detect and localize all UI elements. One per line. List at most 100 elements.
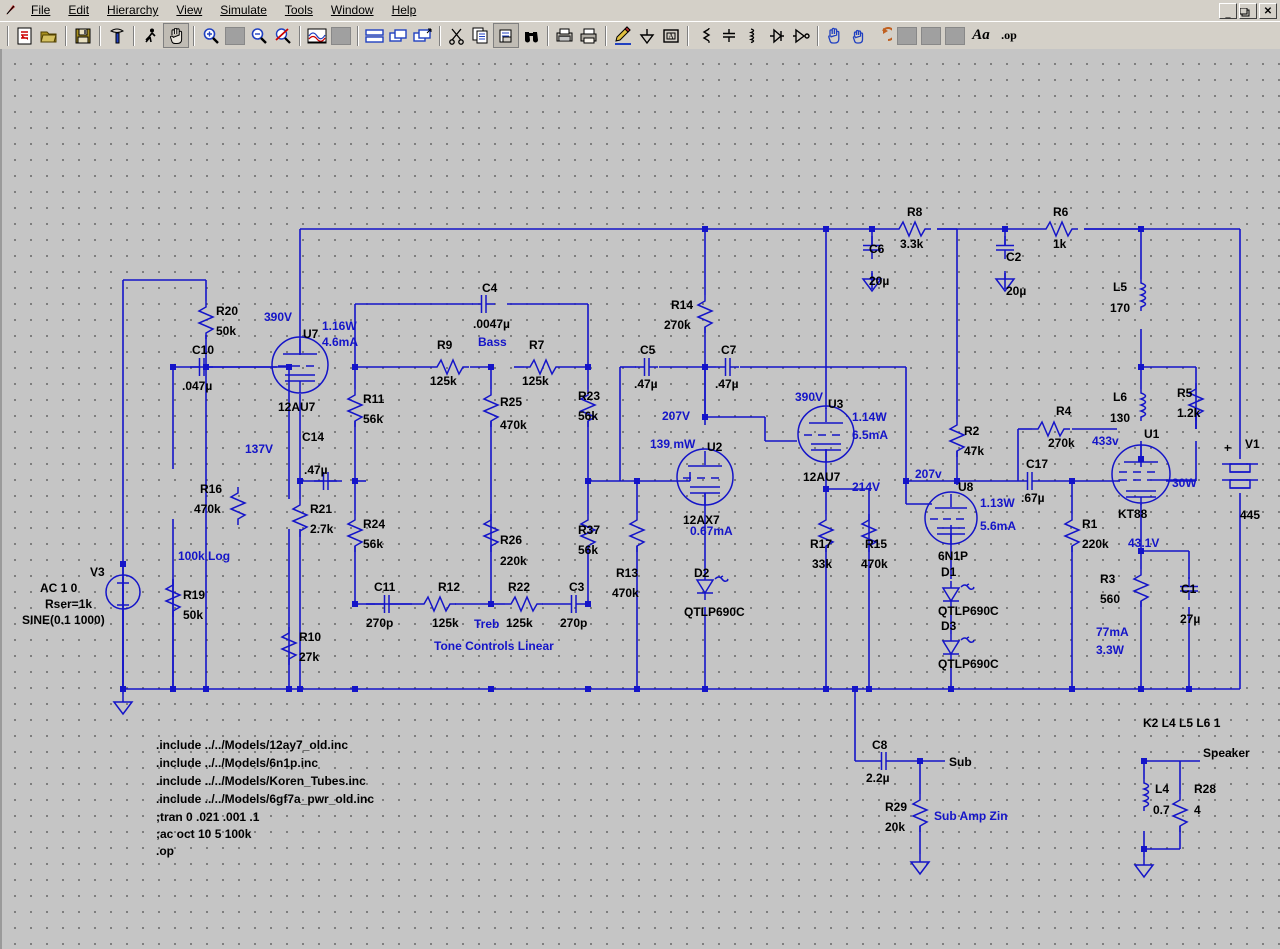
- menu-item-simulate[interactable]: Simulate: [211, 1, 276, 19]
- toolbar-separator: [99, 25, 101, 46]
- redo-button[interactable]: [895, 24, 919, 47]
- control-panel-button[interactable]: [105, 24, 129, 47]
- open-folder-icon: [40, 31, 57, 42]
- svg-text:A: A: [668, 32, 674, 41]
- print-preview-icon: [556, 28, 573, 41]
- net-label-icon: A: [663, 28, 679, 43]
- paste-button[interactable]: [493, 23, 519, 48]
- new-file-button[interactable]: [13, 24, 37, 47]
- find-button[interactable]: [519, 24, 543, 47]
- zoom-in-button[interactable]: [199, 24, 223, 47]
- menu-item-edit[interactable]: Edit: [59, 1, 98, 19]
- drag-button[interactable]: [847, 24, 871, 47]
- running-man-icon: [145, 28, 156, 42]
- stack-icon: [413, 28, 432, 42]
- menu-item-help[interactable]: Help: [383, 1, 426, 19]
- draw-wire-button[interactable]: [611, 24, 635, 47]
- minimize-button[interactable]: _: [1219, 3, 1237, 19]
- zoom-area-button[interactable]: [223, 24, 247, 47]
- toolbar-separator: [605, 25, 607, 46]
- capacitor-icon: [723, 28, 735, 42]
- panel-icon: [331, 26, 351, 45]
- menu-label-window: Window: [330, 3, 374, 17]
- cascade-icon: [389, 28, 407, 42]
- scissors-icon: [449, 28, 464, 45]
- component-icon: [793, 28, 810, 43]
- tile-window-button[interactable]: [363, 24, 387, 47]
- menu-label-help: Help: [391, 3, 417, 17]
- rotate-button[interactable]: [919, 24, 943, 47]
- rotate-icon: [921, 26, 941, 45]
- zoom-cancel-button[interactable]: [271, 24, 295, 47]
- menu-label-hierarchy: Hierarchy: [107, 3, 159, 17]
- text-button[interactable]: Aa: [967, 24, 995, 47]
- zoom-out-button[interactable]: [247, 24, 271, 47]
- open-hand-icon: [828, 27, 840, 44]
- toolbar-separator: [817, 25, 819, 46]
- toolbar-separator: [65, 25, 67, 46]
- minimize-glyph: _: [1225, 8, 1231, 18]
- binoculars-icon: [525, 31, 538, 42]
- toolbar-separator: [357, 25, 359, 46]
- menu-item-view[interactable]: View: [167, 1, 211, 19]
- copy-icon: [472, 27, 488, 43]
- close-button[interactable]: ✕: [1259, 3, 1277, 19]
- toolbar-separator: [687, 25, 689, 46]
- menu-item-hierarchy[interactable]: Hierarchy: [98, 1, 167, 19]
- zoom-out-icon: [251, 27, 267, 44]
- inductor-icon: [748, 27, 755, 43]
- spice-directive-button[interactable]: .op: [995, 24, 1023, 47]
- menu-label-edit: Edit: [68, 3, 90, 17]
- menu-label-view: View: [176, 3, 203, 17]
- cut-button[interactable]: [445, 24, 469, 47]
- waveform-button[interactable]: [305, 24, 329, 47]
- menu-bar: File Edit Hierarchy View Simulate Tools …: [22, 0, 425, 20]
- restore-button[interactable]: [1239, 3, 1257, 19]
- menu-item-window[interactable]: Window: [322, 1, 383, 19]
- mirror-icon: [945, 26, 965, 45]
- zoom-in-icon: [203, 27, 219, 44]
- toolbar-separator: [547, 25, 549, 46]
- place-label-button[interactable]: A: [659, 24, 683, 47]
- arrange-window-button[interactable]: [411, 24, 435, 47]
- place-diode-button[interactable]: [765, 24, 789, 47]
- place-capacitor-button[interactable]: [717, 24, 741, 47]
- toolbar-separator: [7, 25, 9, 46]
- run-button[interactable]: [139, 24, 163, 47]
- toolbar: A Aa .op: [0, 21, 1280, 50]
- halt-button[interactable]: [163, 23, 189, 48]
- save-button[interactable]: [71, 24, 95, 47]
- move-button[interactable]: [823, 24, 847, 47]
- close-glyph: ✕: [1263, 5, 1273, 17]
- new-file-icon: [17, 27, 32, 44]
- menu-label-tools: Tools: [284, 3, 313, 17]
- zoom-area-icon: [225, 26, 245, 45]
- error-log-button[interactable]: [329, 24, 353, 47]
- mirror-button[interactable]: [943, 24, 967, 47]
- menu-item-file[interactable]: File: [22, 1, 59, 19]
- menu-item-tools[interactable]: Tools: [276, 1, 322, 19]
- place-ground-button[interactable]: [635, 24, 659, 47]
- grab-hand-icon: [852, 29, 864, 44]
- op-directive-icon: .op: [1001, 28, 1017, 42]
- printer-icon: [580, 28, 597, 43]
- toolbar-separator: [299, 25, 301, 46]
- undo-arrow-icon: [882, 26, 892, 41]
- toolbar-separator: [133, 25, 135, 46]
- copy-button[interactable]: [469, 24, 493, 47]
- open-file-button[interactable]: [37, 24, 61, 47]
- zoom-cancel-icon: [275, 27, 291, 44]
- undo-button[interactable]: [871, 24, 895, 47]
- window-controls: _ ✕: [1219, 3, 1277, 19]
- print-button[interactable]: [577, 24, 601, 47]
- print-preview-button[interactable]: [553, 24, 577, 47]
- place-resistor-button[interactable]: [693, 24, 717, 47]
- pencil-icon: [615, 25, 631, 45]
- cascade-window-button[interactable]: [387, 24, 411, 47]
- diode-icon: [770, 27, 784, 44]
- place-inductor-button[interactable]: [741, 24, 765, 47]
- toolbar-separator: [439, 25, 441, 46]
- menu-label-simulate: Simulate: [220, 3, 267, 17]
- ground-icon: [639, 28, 655, 44]
- place-component-button[interactable]: [789, 24, 813, 47]
